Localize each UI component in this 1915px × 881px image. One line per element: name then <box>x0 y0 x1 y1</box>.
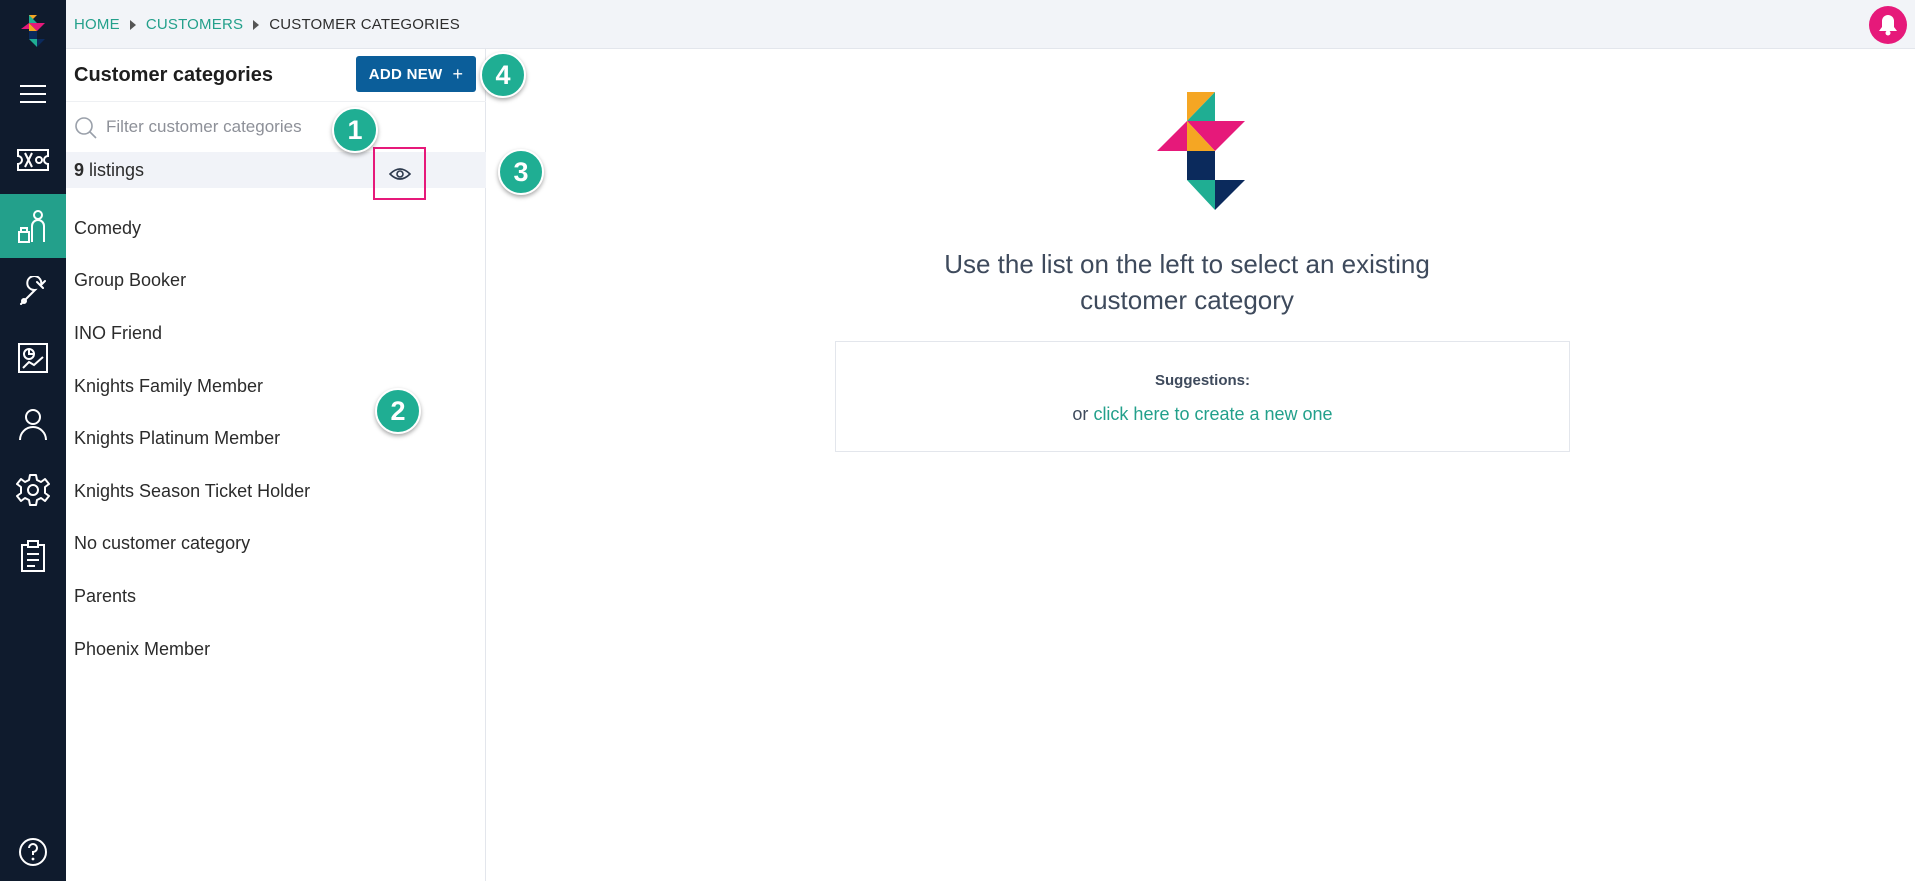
add-new-button[interactable]: ADD NEW + <box>356 56 476 92</box>
reports-icon <box>18 343 48 373</box>
category-list: Comedy Group Booker INO Friend Knights F… <box>66 202 486 675</box>
top-bar: HOME CUSTOMERS CUSTOMER CATEGORIES <box>66 0 1915 49</box>
list-item[interactable]: Knights Season Ticket Holder <box>66 465 486 518</box>
nav-customers[interactable] <box>0 194 66 258</box>
listings-count: 9 <box>74 160 85 180</box>
filter-bar <box>66 101 486 151</box>
or-text: or <box>1072 404 1089 424</box>
create-new-link[interactable]: click here to create a new one <box>1093 404 1332 424</box>
breadcrumb-current: CUSTOMER CATEGORIES <box>269 16 460 33</box>
nav-reports[interactable] <box>0 326 66 390</box>
suggestions-label: Suggestions: <box>1154 372 1250 389</box>
help-icon <box>19 838 47 866</box>
settings-icon <box>16 474 50 506</box>
clipboard-icon <box>21 540 45 572</box>
callout-1: 1 <box>332 107 378 153</box>
plus-icon: + <box>452 63 464 84</box>
notifications-button[interactable] <box>1869 6 1907 44</box>
side-nav <box>0 0 66 881</box>
breadcrumb-customers[interactable]: CUSTOMERS <box>146 16 243 33</box>
list-item[interactable]: Parents <box>66 570 486 623</box>
suggestions-line: or click here to create a new one <box>836 404 1569 425</box>
nav-user[interactable] <box>0 392 66 456</box>
logo-icon <box>21 15 45 47</box>
list-item[interactable]: Knights Platinum Member <box>66 412 486 465</box>
list-item[interactable]: No customer category <box>66 518 486 571</box>
bell-icon <box>1879 15 1897 36</box>
list-item[interactable]: Comedy <box>66 202 486 255</box>
list-item[interactable]: Knights Family Member <box>66 360 486 413</box>
wrench-icon <box>20 276 46 305</box>
nav-tools[interactable] <box>0 260 66 324</box>
menu-icon <box>20 85 46 103</box>
eye-icon <box>388 167 411 180</box>
app-logo[interactable] <box>0 0 66 62</box>
breadcrumb-separator-icon <box>253 19 260 30</box>
brand-logo-icon <box>1157 92 1245 210</box>
nav-clipboard[interactable] <box>0 524 66 588</box>
filter-input[interactable] <box>106 110 436 144</box>
suggestions-box: Suggestions: or click here to create a n… <box>835 341 1570 452</box>
nav-settings[interactable] <box>0 458 66 522</box>
panel-title: Customer categories <box>74 64 273 86</box>
list-item[interactable]: Phoenix Member <box>66 623 486 676</box>
menu-button[interactable] <box>0 62 66 126</box>
search-icon <box>75 117 97 139</box>
list-item[interactable]: Group Booker <box>66 255 486 308</box>
add-new-label: ADD NEW <box>368 65 443 83</box>
listings-label: listings <box>89 160 145 180</box>
main-content: Use the list on the left to select an ex… <box>487 49 1915 881</box>
breadcrumb-home[interactable]: HOME <box>74 16 120 33</box>
breadcrumb-separator-icon <box>129 19 136 30</box>
empty-state-message: Use the list on the left to select an ex… <box>944 249 1430 315</box>
user-icon <box>19 409 47 441</box>
customers-icon <box>18 210 45 243</box>
list-item[interactable]: INO Friend <box>66 307 486 360</box>
nav-tickets[interactable] <box>0 128 66 192</box>
help-button[interactable] <box>0 820 66 881</box>
ticket-icon <box>17 149 49 171</box>
toggle-visibility-button[interactable] <box>373 147 426 200</box>
callout-2: 2 <box>375 388 421 434</box>
breadcrumb: HOME CUSTOMERS CUSTOMER CATEGORIES <box>74 16 460 33</box>
